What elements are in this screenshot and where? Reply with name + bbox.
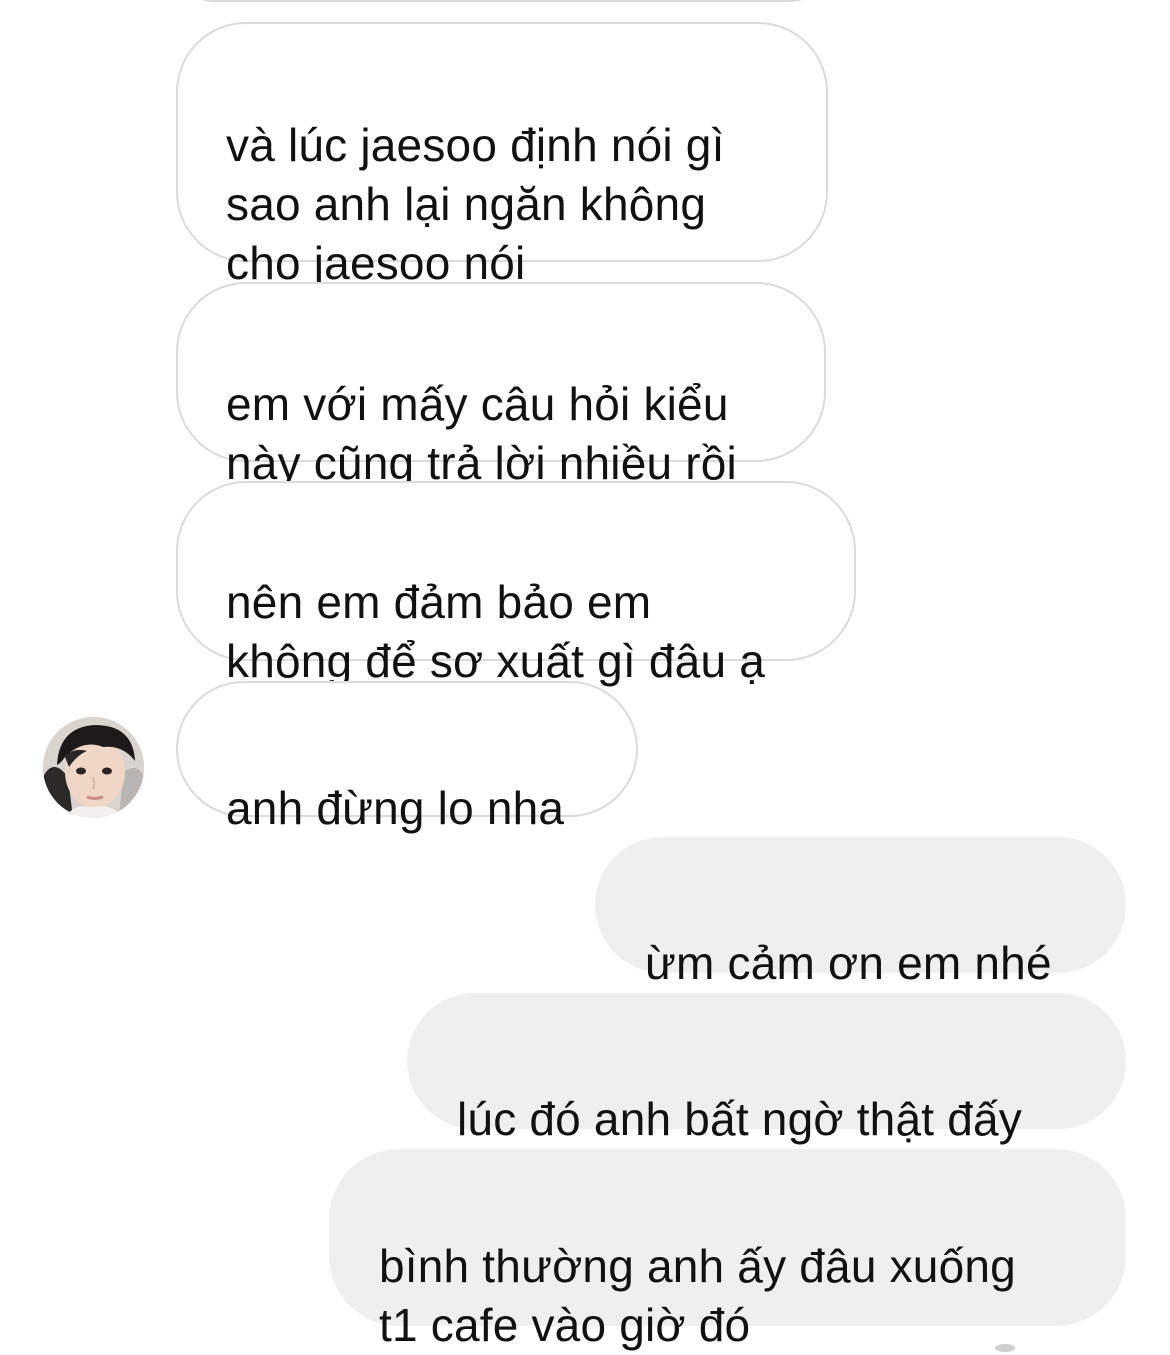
message-text: anh đừng lo nha xyxy=(226,782,565,834)
outgoing-message-bubble[interactable]: ừm cảm ơn em nhé xyxy=(595,837,1126,989)
incoming-message-bubble[interactable]: nên em đảm bảo em không để sơ xuất gì đâ… xyxy=(176,481,856,687)
incoming-message-bubble[interactable]: anh đừng lo nha xyxy=(176,681,638,834)
message-text: ừm cảm ơn em nhé xyxy=(645,937,1052,989)
incoming-message-bubble[interactable]: và lúc jaesoo định nói gì sao anh lại ng… xyxy=(176,22,828,289)
next-message-edge xyxy=(995,1344,1015,1352)
outgoing-message-bubble[interactable]: bình thường anh ấy đâu xuống t1 cafe vào… xyxy=(329,1149,1126,1351)
previous-message-bubble[interactable] xyxy=(178,0,826,2)
message-text: và lúc jaesoo định nói gì sao anh lại ng… xyxy=(226,119,725,289)
profile-photo-icon xyxy=(43,717,144,818)
message-text: em với mấy câu hỏi kiểu này cũng trả lời… xyxy=(226,378,737,489)
message-text: nên em đảm bảo em không để sơ xuất gì đâ… xyxy=(226,576,765,687)
message-text: bình thường anh ấy đâu xuống t1 cafe vào… xyxy=(379,1240,1016,1351)
sender-avatar[interactable] xyxy=(43,717,144,818)
message-text: lúc đó anh bất ngờ thật đấy xyxy=(457,1093,1022,1145)
incoming-message-bubble[interactable]: em với mấy câu hỏi kiểu này cũng trả lời… xyxy=(176,282,826,489)
outgoing-message-bubble[interactable]: lúc đó anh bất ngờ thật đấy xyxy=(407,993,1126,1145)
